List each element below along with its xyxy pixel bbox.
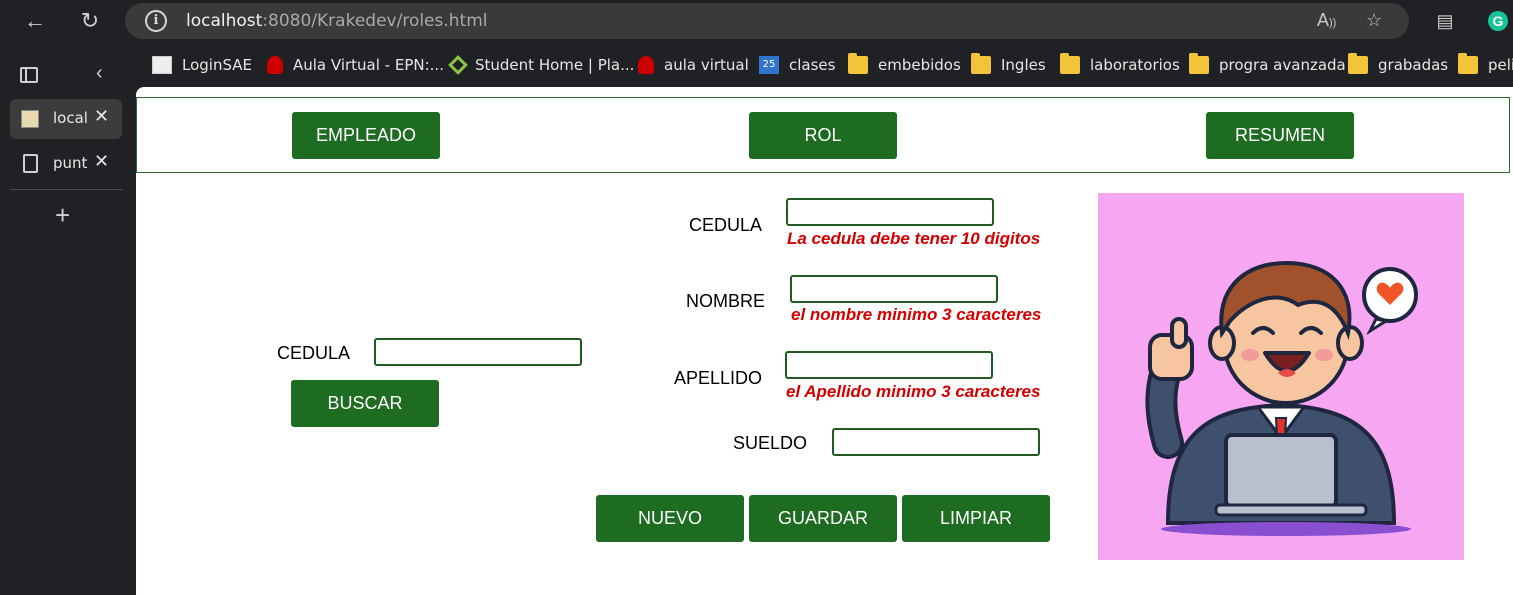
guardar-button[interactable]: GUARDAR xyxy=(749,495,897,542)
page-content: EMPLEADO ROL RESUMEN CEDULA BUSCAR CEDUL… xyxy=(136,87,1513,595)
tab-label: locall xyxy=(53,109,87,127)
reader-icon[interactable]: ▤ xyxy=(1432,8,1458,34)
tab-roles[interactable]: locall ✕ xyxy=(10,99,122,139)
collapse-icon[interactable]: ‹ xyxy=(96,62,103,85)
calendar-icon: 25 xyxy=(759,56,779,74)
tab-punto[interactable]: punto ✕ xyxy=(10,144,122,184)
login-icon xyxy=(152,56,172,74)
bookmark-embebidos[interactable]: embebidos xyxy=(848,53,961,77)
sueldo-label: SUELDO xyxy=(733,433,808,453)
apellido-label: APELLIDO xyxy=(674,368,763,388)
document-icon xyxy=(23,154,38,173)
bookmark-aula-virtual-epn[interactable]: Aula Virtual - EPN:... xyxy=(267,53,444,77)
browser-toolbar: ← ↻ i localhost:8080/Krakedev/roles.html… xyxy=(0,0,1513,42)
close-tab-icon[interactable]: ✕ xyxy=(94,106,109,127)
bookmark-clases[interactable]: 25 clases xyxy=(759,53,835,77)
empleado-button[interactable]: EMPLEADO xyxy=(292,112,440,159)
vertical-tabs-sidebar: ‹ locall ✕ punto ✕ + xyxy=(0,42,136,595)
new-tab-icon[interactable]: + xyxy=(55,200,70,231)
url-text[interactable]: localhost:8080/Krakedev/roles.html xyxy=(186,11,488,31)
address-bar[interactable]: i localhost:8080/Krakedev/roles.html A))… xyxy=(125,3,1409,39)
folder-icon xyxy=(1458,53,1478,74)
back-icon[interactable]: ← xyxy=(22,8,48,34)
favorite-star-icon[interactable]: ☆ xyxy=(1366,10,1382,31)
cedula-error: La cedula debe tener 10 digitos xyxy=(787,229,1041,248)
bookmark-grabadas[interactable]: grabadas xyxy=(1348,53,1448,77)
employee-illustration xyxy=(1098,193,1464,560)
close-tab-icon[interactable]: ✕ xyxy=(94,151,109,172)
nuevo-button[interactable]: NUEVO xyxy=(596,495,744,542)
folder-icon xyxy=(848,53,868,74)
reload-icon[interactable]: ↻ xyxy=(77,8,103,34)
search-cedula-label: CEDULA xyxy=(277,343,351,363)
bookmark-student-home[interactable]: Student Home | Pla... xyxy=(448,53,634,77)
bookmark-laboratorios[interactable]: laboratorios xyxy=(1060,53,1180,77)
folder-icon xyxy=(971,53,991,74)
cedula-label: CEDULA xyxy=(689,215,763,235)
search-cedula-input[interactable] xyxy=(374,338,582,366)
epn-icon xyxy=(267,56,283,74)
bookmark-progra-avanzada[interactable]: progra avanzada xyxy=(1189,53,1346,77)
cedula-input[interactable] xyxy=(786,198,994,226)
bookmarks-bar: LoginSAE Aula Virtual - EPN:... Student … xyxy=(136,48,1513,82)
top-menu: EMPLEADO ROL RESUMEN xyxy=(136,97,1510,173)
bookmark-aula-virtual[interactable]: aula virtual xyxy=(638,53,749,77)
nombre-input[interactable] xyxy=(790,275,998,303)
nombre-label: NOMBRE xyxy=(686,291,766,311)
bookmark-loginsae[interactable]: LoginSAE xyxy=(152,53,252,77)
site-info-icon[interactable]: i xyxy=(145,10,167,32)
limpiar-button[interactable]: LIMPIAR xyxy=(902,495,1050,542)
sidebar-divider xyxy=(10,189,123,190)
rol-button[interactable]: ROL xyxy=(749,112,897,159)
sueldo-input[interactable] xyxy=(832,428,1040,456)
folder-icon xyxy=(1348,53,1368,74)
buscar-button[interactable]: BUSCAR xyxy=(291,380,439,427)
epn-icon xyxy=(638,56,654,74)
apellido-error: el Apellido minimo 3 caracteres xyxy=(786,382,1041,401)
folder-icon xyxy=(1060,53,1080,74)
favicon-icon xyxy=(21,110,39,128)
employee-laptop-image xyxy=(1145,260,1418,536)
apellido-input[interactable] xyxy=(785,351,993,379)
student-icon xyxy=(448,55,468,75)
read-aloud-icon[interactable]: A)) xyxy=(1317,10,1336,31)
bookmark-ingles[interactable]: Ingles xyxy=(971,53,1046,77)
tab-label: punto xyxy=(53,154,87,172)
resumen-button[interactable]: RESUMEN xyxy=(1206,112,1354,159)
bookmark-pelis[interactable]: pelis xyxy=(1458,53,1513,77)
grammarly-icon[interactable]: G xyxy=(1488,11,1508,31)
folder-icon xyxy=(1189,53,1209,74)
nombre-error: el nombre minimo 3 caracteres xyxy=(791,305,1042,324)
tab-actions-icon[interactable] xyxy=(20,67,38,83)
